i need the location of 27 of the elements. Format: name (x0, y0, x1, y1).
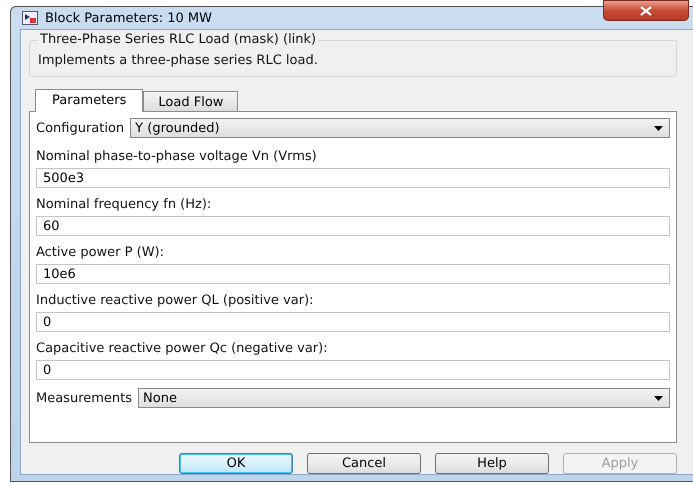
dropdown[interactable]: None (138, 388, 670, 408)
block-icon (22, 11, 38, 25)
field-label: Configuration (36, 120, 124, 136)
field-label: Nominal frequency fn (Hz): (36, 197, 212, 212)
input-field[interactable]: 10e6 (36, 264, 670, 284)
input-field[interactable]: 0 (36, 360, 670, 380)
input-field[interactable]: 0 (36, 312, 670, 332)
dropdown-arrow-icon (654, 126, 663, 130)
field-label: Nominal phase-to-phase voltage Vn (Vrms) (36, 149, 318, 164)
dialog-button[interactable]: Cancel (307, 453, 421, 474)
dropdown[interactable]: Y (grounded) (130, 118, 670, 138)
description-text: Implements a three-phase series RLC load. (38, 53, 319, 68)
dialog-button[interactable]: OK (179, 453, 293, 474)
tab[interactable]: Load Flow (143, 91, 238, 111)
window-title: Block Parameters: 10 MW (45, 10, 213, 26)
close-icon (640, 6, 652, 16)
field-label: Capacitive reactive power Qc (negative var): (36, 341, 329, 356)
group-title: Three-Phase Series RLC Load (mask) (link) (38, 32, 318, 47)
dropdown-arrow-icon (654, 396, 663, 400)
tab[interactable]: Parameters (35, 89, 144, 112)
dialog-button[interactable]: Help (435, 453, 549, 474)
input-field[interactable]: 500e3 (36, 168, 670, 188)
field-label: Inductive reactive power QL (positive var): (36, 293, 315, 308)
field-label: Measurements (36, 390, 132, 406)
close-button[interactable] (603, 0, 689, 21)
field-label: Active power P (W): (36, 245, 166, 260)
input-field[interactable]: 60 (36, 216, 670, 236)
